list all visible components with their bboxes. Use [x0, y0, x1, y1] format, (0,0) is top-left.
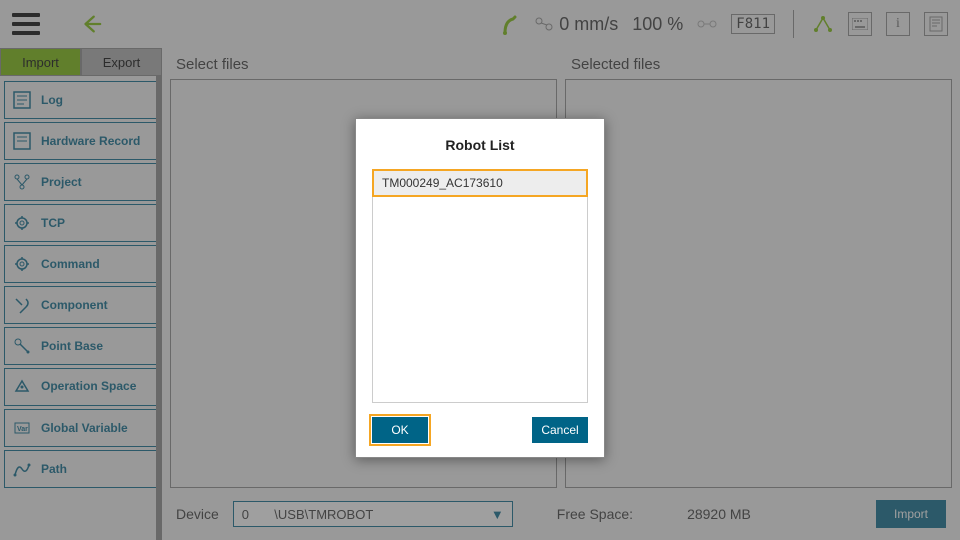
ok-button[interactable]: OK [372, 417, 428, 443]
robot-list-modal: Robot List TM000249_AC173610 OK Cancel [355, 118, 605, 458]
cancel-button[interactable]: Cancel [532, 417, 588, 443]
robot-list-item[interactable]: TM000249_AC173610 [372, 169, 588, 197]
modal-title: Robot List [372, 137, 588, 153]
robot-list[interactable]: TM000249_AC173610 [372, 169, 588, 403]
modal-overlay: Robot List TM000249_AC173610 OK Cancel [0, 0, 960, 540]
